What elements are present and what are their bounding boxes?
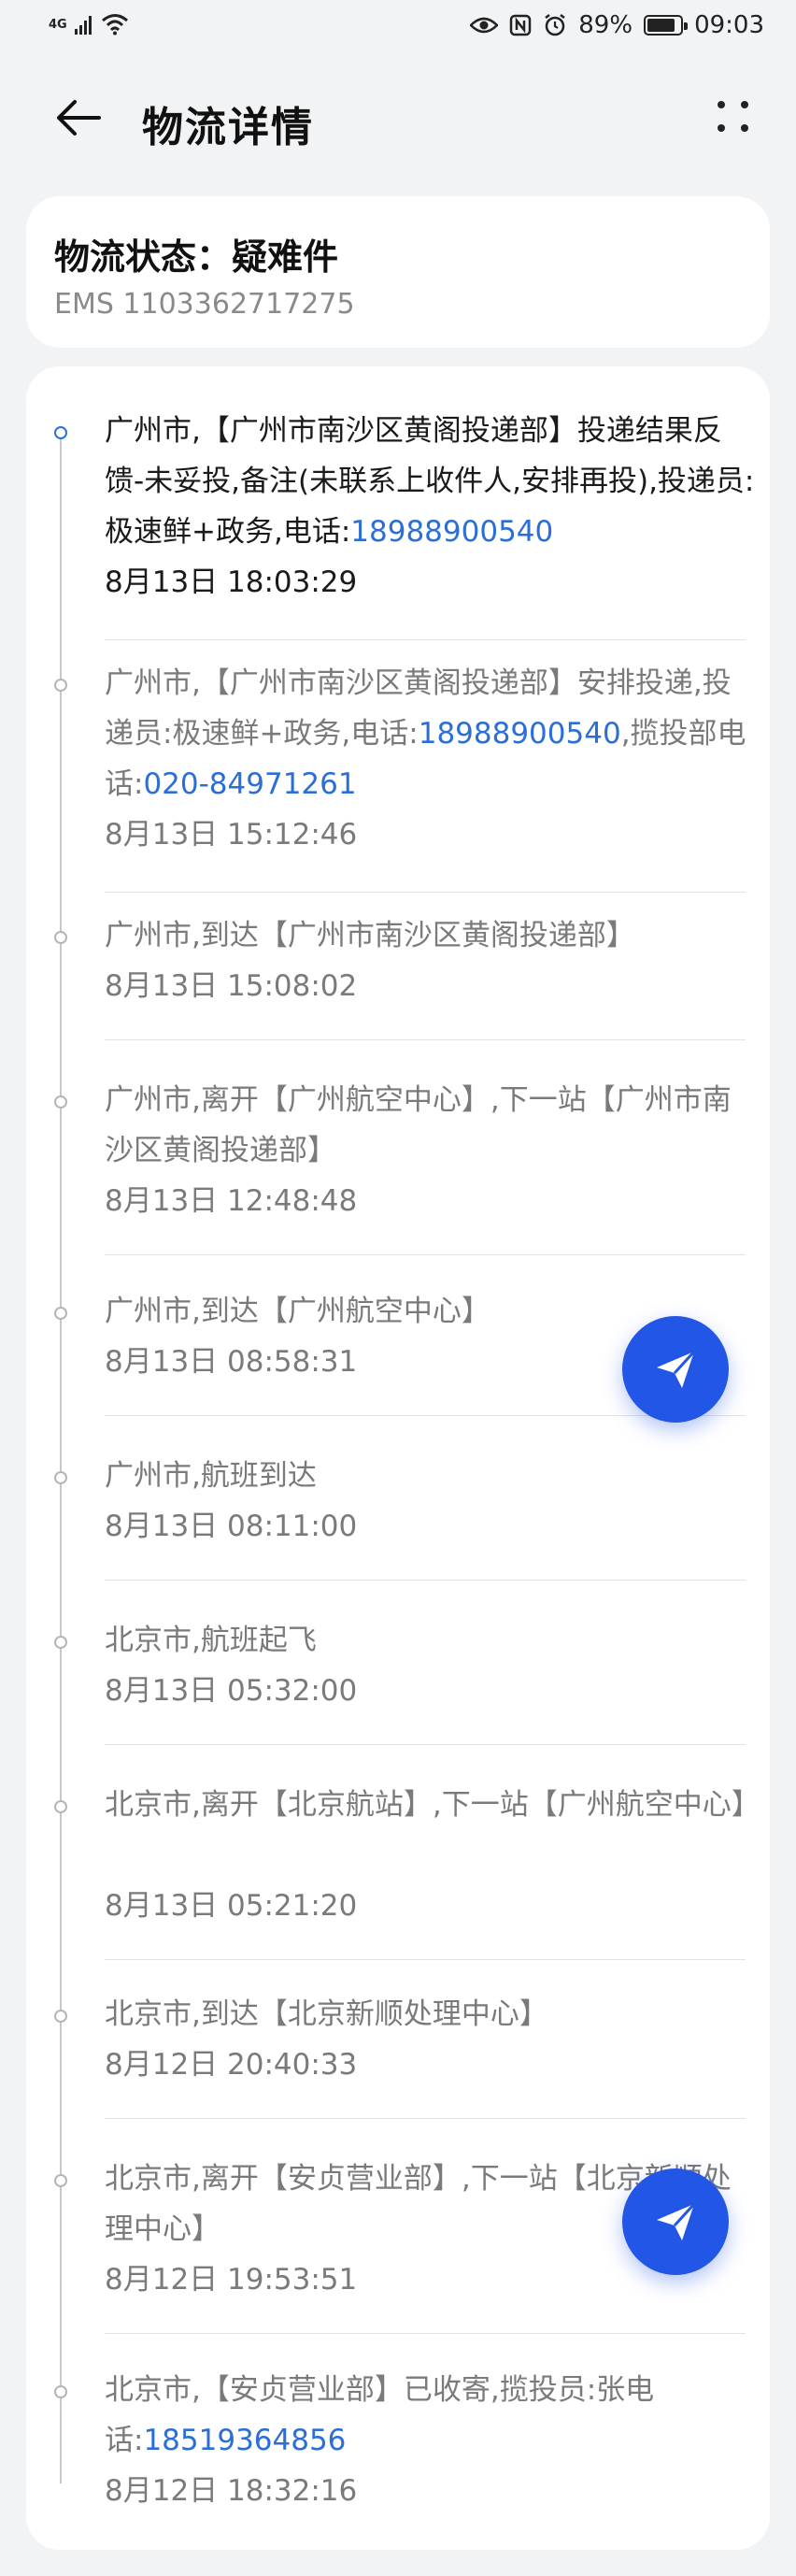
timeline-dot (54, 2010, 67, 2023)
page-title: 物流详情 (142, 104, 314, 151)
event-time: 8月13日 12:48:48 (105, 1184, 358, 1218)
status-bar: 4G 89% 09:03 (0, 0, 796, 58)
alarm-icon (545, 14, 566, 36)
timeline-dot (54, 2385, 67, 2398)
divider (105, 1254, 746, 1255)
timeline-dot (54, 1636, 67, 1649)
clock: 09:03 (694, 11, 764, 39)
event-time: 8月13日 08:58:31 (105, 1345, 358, 1379)
event-text: 广州市,到达【广州市南沙区黄阁投递部】 (105, 919, 635, 952)
event-text: 广州市,【广州市南沙区黄阁投递部】安排投递,投递员:极速鲜+政务,电话:1898… (105, 666, 746, 801)
event-text: 北京市,到达【北京新顺处理中心】 (105, 1997, 548, 2031)
event-text: 广州市,【广州市南沙区黄阁投递部】投递结果反馈-未妥投,备注(未联系上收件人,安… (105, 414, 755, 549)
divider (105, 1039, 746, 1040)
event-text: 北京市,航班起飞 (105, 1624, 317, 1657)
divider (105, 892, 746, 893)
event-text: 北京市,【安贞营业部】已收寄,揽投员:张电话:18519364856 (105, 2373, 655, 2457)
back-button[interactable] (47, 92, 108, 144)
wifi-icon (101, 14, 128, 36)
send-icon (657, 2202, 696, 2240)
phone-link[interactable]: 18988900540 (419, 717, 621, 751)
status-card: 物流状态：疑难件 EMS 1103362717275 (26, 196, 770, 348)
divider (105, 2118, 746, 2119)
phone-link[interactable]: 18519364856 (143, 2424, 346, 2457)
more-button[interactable] (706, 90, 759, 142)
event-time: 8月13日 08:11:00 (105, 1510, 358, 1543)
divider (105, 1580, 746, 1581)
event-text: 北京市,离开【北京航站】,下一站【广州航空中心】 (105, 1788, 760, 1822)
event-time: 8月13日 05:21:20 (105, 1889, 358, 1923)
nfc-icon (510, 14, 532, 36)
more-grid-icon (717, 100, 725, 108)
timeline-dot (54, 1307, 67, 1320)
tracking-number: EMS 1103362717275 (54, 288, 355, 321)
battery-icon (644, 15, 689, 36)
event-time: 8月12日 19:53:51 (105, 2263, 358, 2297)
timeline-dot (54, 931, 67, 944)
battery-level (647, 19, 675, 32)
phone-link[interactable]: 020-84971261 (143, 767, 356, 801)
timeline-dot (54, 679, 67, 692)
divider (105, 639, 746, 640)
phone-link[interactable]: 18988900540 (350, 515, 553, 549)
app-header: 物流详情 (0, 75, 796, 159)
event-time: 8月13日 05:32:00 (105, 1674, 358, 1708)
event-time: 8月12日 18:32:16 (105, 2474, 358, 2508)
event-text: 广州市,航班到达 (105, 1459, 317, 1493)
event-text: 广州市,离开【广州航空中心】,下一站【广州市南沙区黄阁投递部】 (105, 1083, 732, 1167)
signal-icon (74, 16, 92, 35)
divider (105, 2333, 746, 2334)
event-time: 8月13日 15:08:02 (105, 969, 358, 1003)
timeline-dot (54, 2174, 67, 2187)
logistics-status: 物流状态：疑难件 (54, 236, 339, 278)
floating-send-button[interactable] (622, 2168, 729, 2275)
back-arrow-icon (57, 100, 101, 136)
battery-percent: 89% (578, 11, 633, 39)
event-time: 8月12日 20:40:33 (105, 2048, 358, 2082)
divider (105, 1959, 746, 1960)
send-icon (657, 1350, 696, 1388)
event-time: 8月13日 18:03:29 (105, 565, 358, 599)
timeline-dot (54, 1095, 67, 1109)
timeline-dot (54, 426, 67, 439)
event-time: 8月13日 15:12:46 (105, 818, 358, 852)
eye-icon (470, 17, 499, 34)
timeline-dot (54, 1471, 67, 1484)
timeline-dot (54, 1800, 67, 1813)
floating-send-button[interactable] (622, 1316, 729, 1423)
network-label: 4G (49, 17, 67, 32)
divider (105, 1744, 746, 1745)
